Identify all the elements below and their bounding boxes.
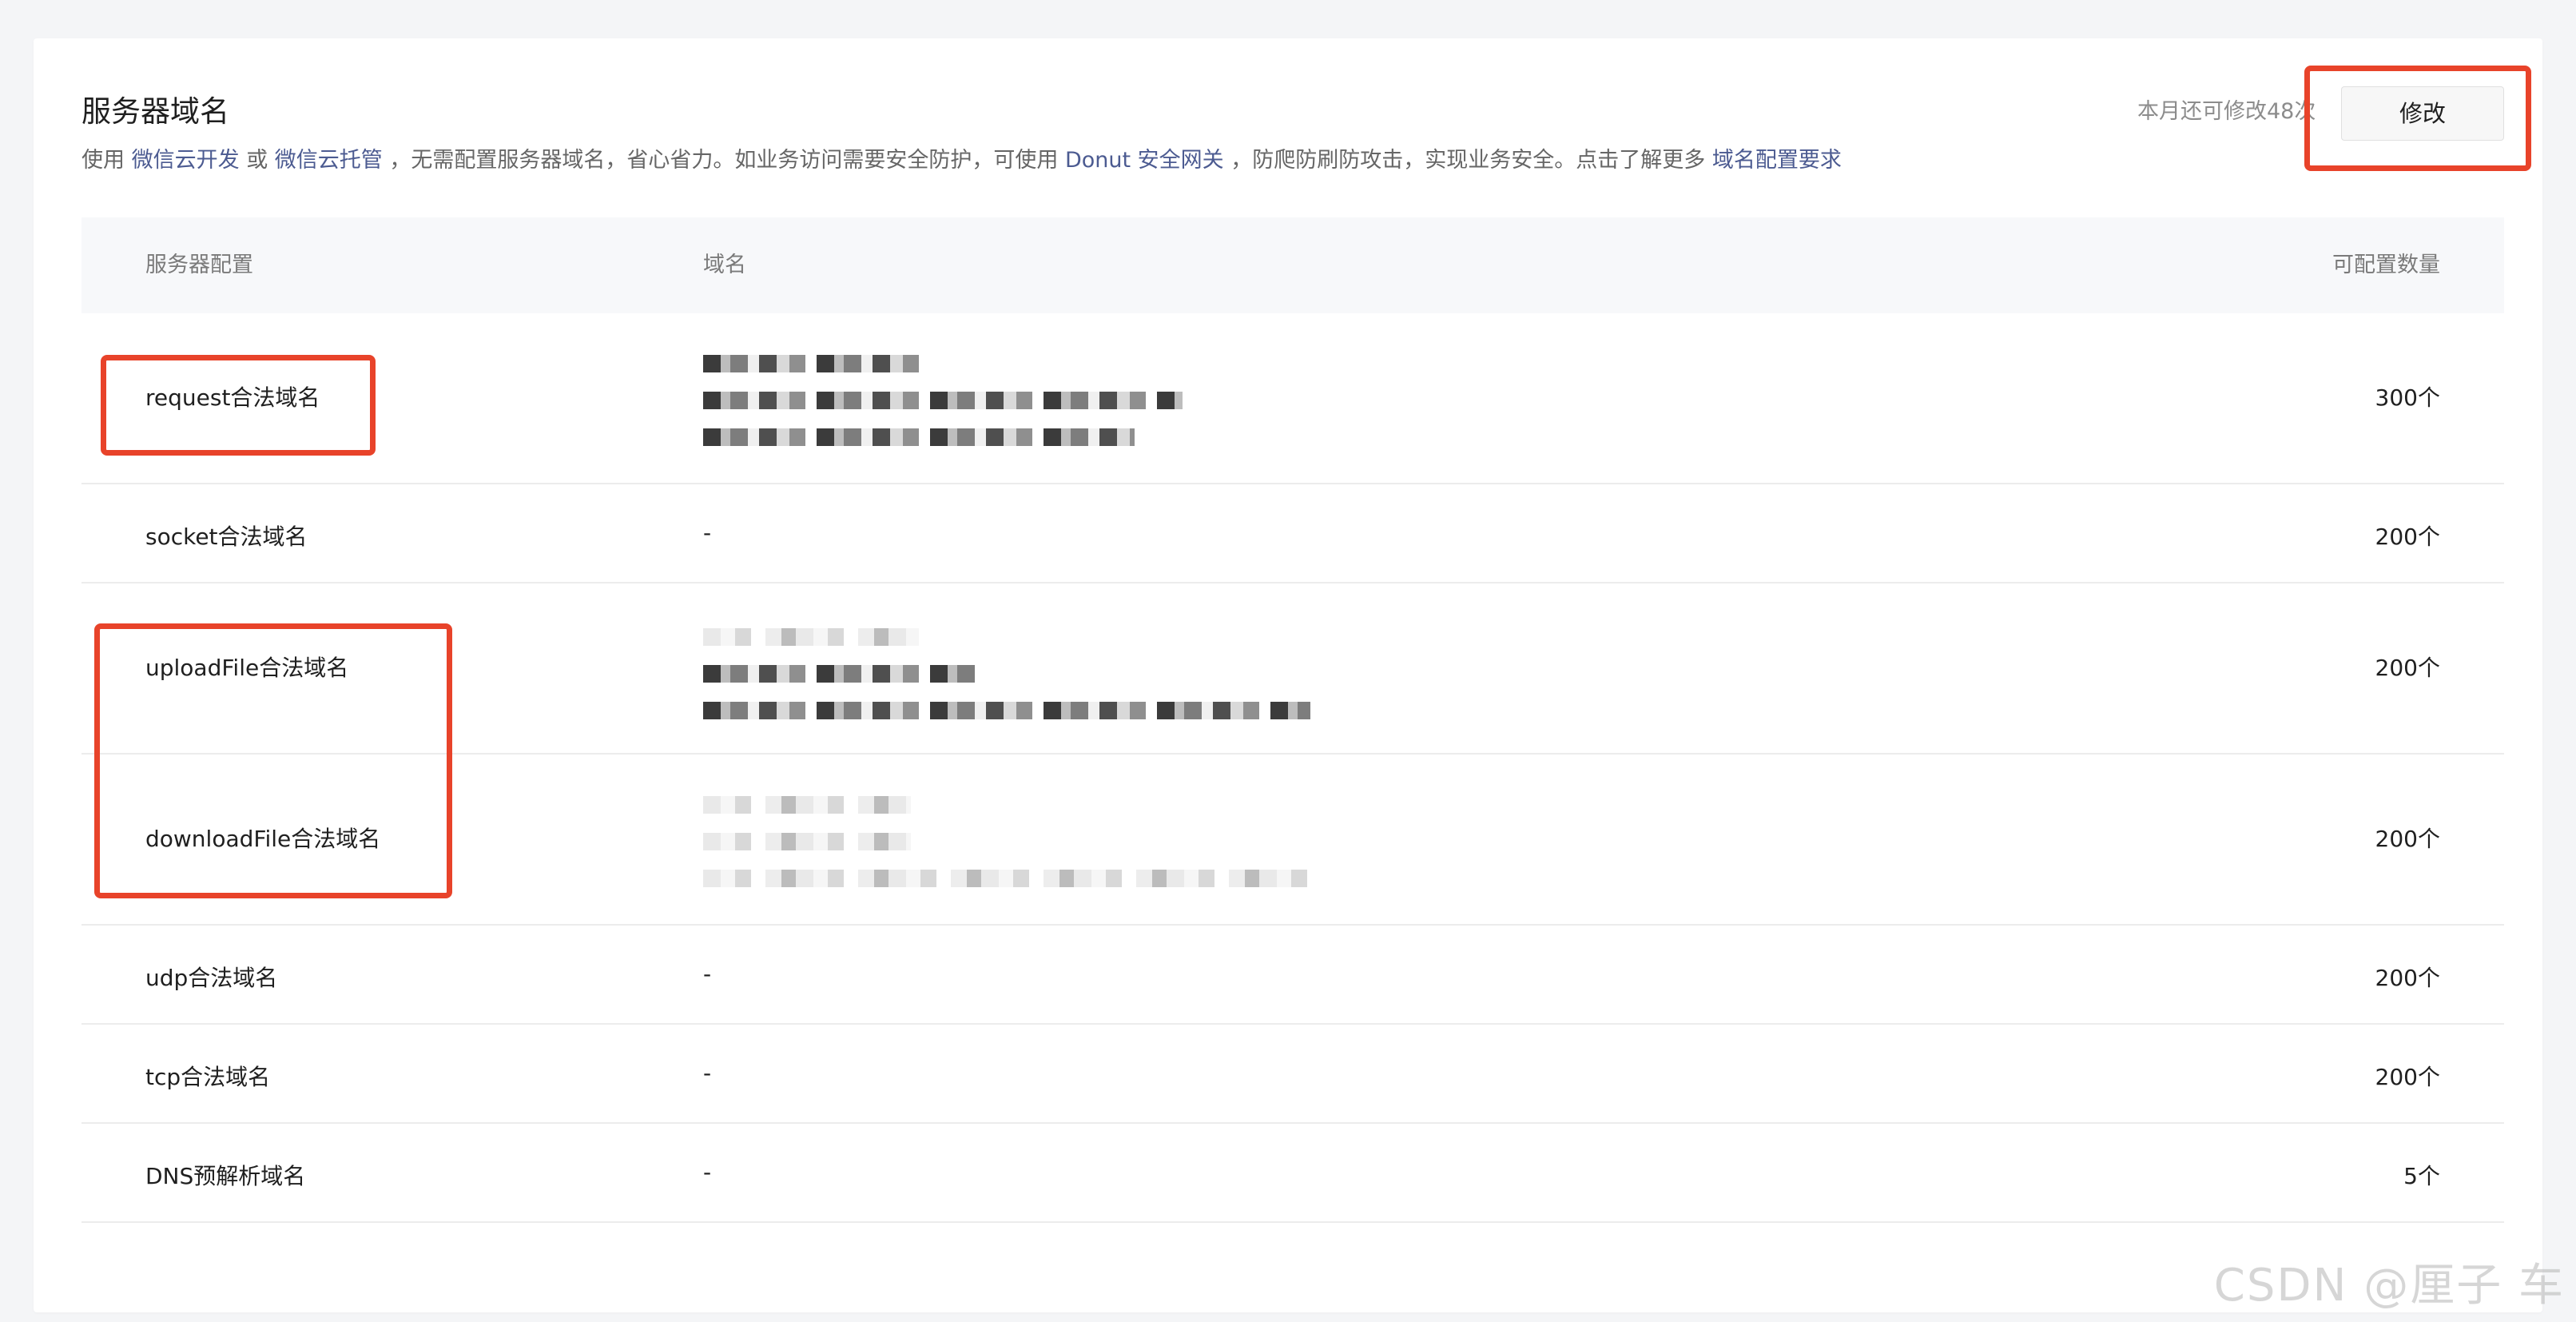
table-header: 服务器配置 域名 可配置数量 (81, 217, 2504, 313)
modify-button[interactable]: 修改 (2341, 86, 2504, 141)
redacted-domain (703, 796, 911, 814)
config-name: uploadFile合法域名 (145, 655, 349, 681)
desc-tail: ，防爬防刷防攻击，实现业务安全。点击了解更多 (1230, 148, 1706, 173)
config-count: 200个 (2375, 655, 2440, 681)
table-row: socket合法域名 - 200个 (81, 484, 2504, 583)
domain-list-redacted (703, 355, 1183, 465)
redacted-domain (703, 870, 1310, 887)
domain-list-redacted (703, 628, 1310, 739)
link-donut-gateway[interactable]: Donut 安全网关 (1065, 148, 1224, 173)
table-row: uploadFile合法域名 200个 (81, 583, 2504, 755)
link-domain-requirements[interactable]: 域名配置要求 (1712, 148, 1842, 173)
domain-value: - (703, 961, 712, 987)
section-description: 使用 微信云开发 或 微信云托管 ，无需配置服务器域名，省心省力。如业务访问需要… (81, 144, 1842, 177)
header-config: 服务器配置 (145, 253, 253, 277)
config-count: 200个 (2375, 524, 2440, 550)
table-row: DNS预解析域名 - 5个 (81, 1124, 2504, 1223)
config-count: 200个 (2375, 826, 2440, 852)
section-title: 服务器域名 (81, 94, 229, 129)
domain-table: 服务器配置 域名 可配置数量 request合法域名 300个 socket合法… (81, 217, 2504, 1223)
table-row: downloadFile合法域名 200个 (81, 755, 2504, 926)
desc-or: 或 (246, 148, 268, 173)
redacted-domain (703, 702, 1310, 719)
table-row: tcp合法域名 - 200个 (81, 1025, 2504, 1124)
domain-list-redacted (703, 796, 1310, 906)
redacted-domain (703, 665, 975, 683)
domain-value: - (703, 520, 712, 546)
config-name: socket合法域名 (145, 524, 308, 550)
config-name: DNS预解析域名 (145, 1163, 306, 1189)
header-domain: 域名 (703, 253, 746, 277)
config-count: 300个 (2375, 384, 2440, 411)
desc-middle: ，无需配置服务器域名，省心省力。如业务访问需要安全防护，可使用 (389, 148, 1059, 173)
config-name: udp合法域名 (145, 965, 278, 991)
link-wechat-cloud-dev[interactable]: 微信云开发 (132, 148, 240, 173)
desc-prefix: 使用 (81, 148, 125, 173)
domain-value: - (703, 1060, 712, 1086)
table-row: request合法域名 300个 (81, 313, 2504, 484)
redacted-domain (703, 392, 1183, 409)
redacted-domain (703, 628, 919, 646)
config-name: downloadFile合法域名 (145, 826, 381, 852)
config-name: tcp合法域名 (145, 1064, 271, 1090)
config-count: 200个 (2375, 965, 2440, 991)
redacted-domain (703, 355, 919, 372)
header-count: 可配置数量 (2332, 253, 2440, 277)
watermark: CSDN @厘子 车 (2213, 1260, 2565, 1312)
config-count: 200个 (2375, 1064, 2440, 1090)
modify-quota-note: 本月还可修改48次 (2137, 99, 2316, 124)
redacted-domain (703, 833, 911, 850)
link-wechat-cloud-host[interactable]: 微信云托管 (275, 148, 383, 173)
redacted-domain (703, 428, 1135, 446)
domain-value: - (703, 1159, 712, 1185)
table-row: udp合法域名 - 200个 (81, 926, 2504, 1025)
config-count: 5个 (2403, 1163, 2440, 1189)
config-name: request合法域名 (145, 384, 320, 411)
